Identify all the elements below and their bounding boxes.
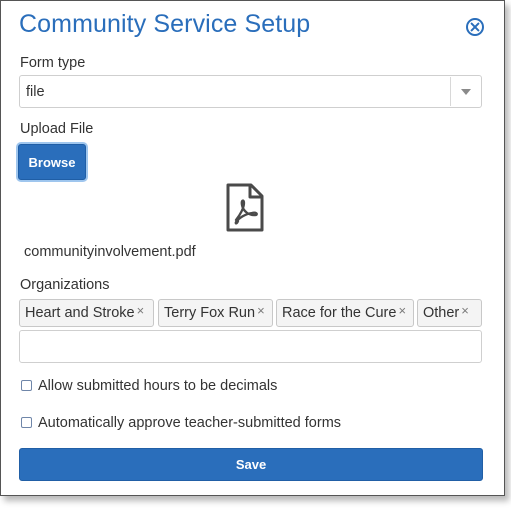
tag-label: Race for the Cure bbox=[282, 305, 397, 321]
tag-label: Terry Fox Run bbox=[164, 305, 256, 321]
auto-approve-label[interactable]: Automatically approve teacher-submitted … bbox=[38, 415, 341, 431]
save-button[interactable]: Save bbox=[19, 448, 483, 481]
remove-tag-icon[interactable]: × bbox=[461, 303, 469, 318]
tag-label: Heart and Stroke bbox=[25, 305, 135, 321]
organizations-label: Organizations bbox=[20, 277, 110, 293]
remove-tag-icon[interactable]: × bbox=[398, 303, 406, 318]
decimals-checkbox[interactable] bbox=[21, 380, 32, 391]
chevron-down-icon[interactable] bbox=[451, 76, 481, 107]
uploaded-file-name: communityinvolvement.pdf bbox=[24, 244, 196, 260]
remove-tag-icon[interactable]: × bbox=[257, 303, 265, 318]
form-type-label: Form type bbox=[20, 55, 86, 71]
decimals-label[interactable]: Allow submitted hours to be decimals bbox=[38, 378, 277, 394]
form-type-select[interactable]: file bbox=[19, 75, 482, 108]
auto-approve-checkbox[interactable] bbox=[21, 417, 32, 428]
browse-button[interactable]: Browse bbox=[18, 144, 86, 180]
form-type-value: file bbox=[26, 84, 45, 100]
remove-tag-icon[interactable]: × bbox=[137, 303, 145, 318]
tag-label: Other bbox=[423, 305, 460, 321]
upload-file-label: Upload File bbox=[20, 121, 94, 137]
organization-tag: Race for the Cure × bbox=[276, 299, 414, 327]
organization-tag: Heart and Stroke × bbox=[19, 299, 154, 327]
pdf-file-icon bbox=[226, 183, 264, 232]
organization-tag: Terry Fox Run × bbox=[158, 299, 273, 327]
organization-tag: Other × bbox=[417, 299, 482, 327]
community-service-setup-dialog: Community Service Setup Form type file U… bbox=[0, 0, 505, 496]
organizations-input[interactable] bbox=[19, 330, 482, 363]
dialog-title: Community Service Setup bbox=[19, 10, 311, 38]
close-icon[interactable] bbox=[465, 17, 485, 37]
